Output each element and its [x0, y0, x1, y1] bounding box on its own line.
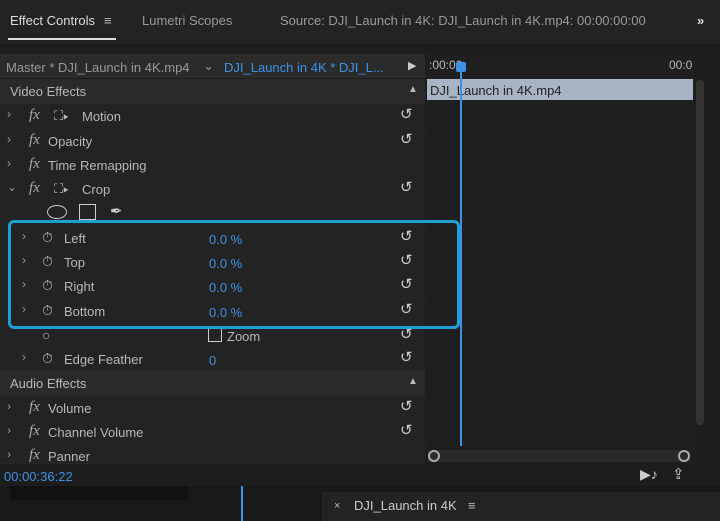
effect-label: Channel Volume [48, 425, 144, 440]
param-value[interactable]: 0 [209, 353, 216, 368]
timeline-end-time: 00:0 [669, 58, 693, 72]
effect-opacity[interactable]: › fx Opacity ↺ [0, 129, 425, 154]
effect-label: Time Remapping [48, 158, 147, 173]
current-timecode[interactable]: 00:00:36:22 [4, 469, 73, 484]
stopwatch-icon[interactable]: ⏱ [42, 350, 53, 367]
effect-time-remapping[interactable]: › fx Time Remapping [0, 153, 425, 178]
effect-volume[interactable]: › fx Volume ↺ [0, 396, 425, 421]
play-audio-icon[interactable]: ▶♪ [640, 466, 658, 483]
rectangle-mask-icon[interactable] [79, 204, 96, 220]
fx-icon: fx [29, 447, 40, 463]
collapse-icon[interactable]: ▲ [408, 84, 418, 95]
tab-source[interactable]: Source: DJI_Launch in 4K: DJI_Launch in … [280, 13, 646, 28]
crop-edge-feather[interactable]: › ⏱ Edge Feather 0 ↺ [0, 347, 425, 372]
playhead-lower [241, 486, 243, 521]
collapse-icon[interactable]: ▲ [408, 376, 418, 387]
fx-icon[interactable]: fx [29, 399, 40, 416]
export-icon[interactable]: ⇪ [672, 465, 685, 483]
playhead[interactable] [460, 64, 462, 446]
zoom-label: Zoom [227, 329, 261, 344]
master-clip-label[interactable]: Master * DJI_Launch in 4K.mp4 [6, 60, 190, 75]
effect-label: Opacity [48, 134, 93, 149]
ellipse-mask-icon[interactable] [47, 205, 67, 219]
play-icon[interactable]: ▶ [408, 59, 416, 72]
tab-sequence[interactable]: DJI_Launch in 4K [354, 498, 457, 513]
reset-icon[interactable]: ↺ [400, 178, 413, 196]
effect-motion[interactable]: › fx ⛶▸ Motion ↺ [0, 104, 425, 129]
close-icon[interactable]: × [334, 500, 340, 512]
transform-icon: ⛶▸ [54, 108, 69, 123]
video-effects-header: Video Effects [10, 84, 87, 99]
playhead-handle[interactable] [456, 62, 466, 72]
clip-selector-bar: Master * DJI_Launch in 4K.mp4 ⌄ DJI_Laun… [0, 54, 425, 78]
reset-icon[interactable]: ↺ [400, 348, 413, 366]
effect-channel-volume[interactable]: › fx Channel Volume ↺ [0, 420, 425, 445]
clip-bar[interactable]: DJI_Launch in 4K.mp4 [427, 79, 693, 100]
audio-effects-header: Audio Effects [10, 376, 87, 391]
fx-icon[interactable]: fx [29, 180, 40, 197]
transform-icon: ⛶▸ [54, 181, 69, 196]
timeline-area[interactable]: :00:00 00:0 DJI_Launch in 4K.mp4 [425, 54, 695, 446]
effect-label: Crop [82, 182, 111, 197]
reset-icon[interactable]: ↺ [400, 105, 413, 123]
horizontal-zoom-scrollbar[interactable] [428, 450, 690, 462]
tab-effect-controls[interactable]: Effect Controls [10, 13, 95, 28]
clip-name: DJI_Launch in 4K.mp4 [430, 83, 562, 98]
highlight-box [8, 220, 460, 329]
stopwatch-icon[interactable]: ○ [42, 327, 50, 343]
panel-menu-icon[interactable]: ≡ [104, 13, 112, 28]
effect-label: Panner [48, 449, 90, 464]
reset-icon[interactable]: ↺ [400, 421, 413, 439]
tab-lumetri-scopes[interactable]: Lumetri Scopes [142, 13, 232, 28]
effect-label: Motion [82, 109, 122, 124]
zoom-checkbox[interactable] [208, 328, 222, 342]
panel-tabs: Effect Controls ≡ Lumetri Scopes Source:… [0, 0, 720, 44]
lower-panels: × DJI_Launch in 4K ≡ [0, 486, 720, 521]
effect-panner[interactable]: › fx Panner [0, 444, 425, 464]
fx-icon[interactable]: fx [29, 423, 40, 440]
scroll-handle-right[interactable] [678, 450, 690, 462]
fx-icon: fx [29, 156, 40, 172]
pen-mask-icon[interactable]: ✒ [110, 202, 123, 220]
sequence-clip-label[interactable]: DJI_Launch in 4K * DJI_L... [224, 60, 384, 75]
more-tabs-icon[interactable]: » [697, 13, 704, 28]
fx-icon[interactable]: fx [29, 132, 40, 149]
param-label: Edge Feather [64, 352, 143, 367]
sequence-tab-bar: × DJI_Launch in 4K ≡ [322, 492, 720, 521]
fx-icon[interactable]: fx [29, 107, 40, 124]
vertical-scrollbar[interactable] [696, 80, 704, 425]
reset-icon[interactable]: ↺ [400, 130, 413, 148]
search-field[interactable] [10, 486, 188, 500]
effect-crop[interactable]: ⌄ fx ⛶▸ Crop ↺ [0, 177, 425, 202]
panel-menu-icon[interactable]: ≡ [468, 498, 476, 513]
chevron-down-icon[interactable]: ⌄ [203, 58, 214, 74]
active-tab-underline [8, 38, 116, 40]
reset-icon[interactable]: ↺ [400, 397, 413, 415]
effect-label: Volume [48, 401, 92, 416]
scroll-handle-left[interactable] [428, 450, 440, 462]
